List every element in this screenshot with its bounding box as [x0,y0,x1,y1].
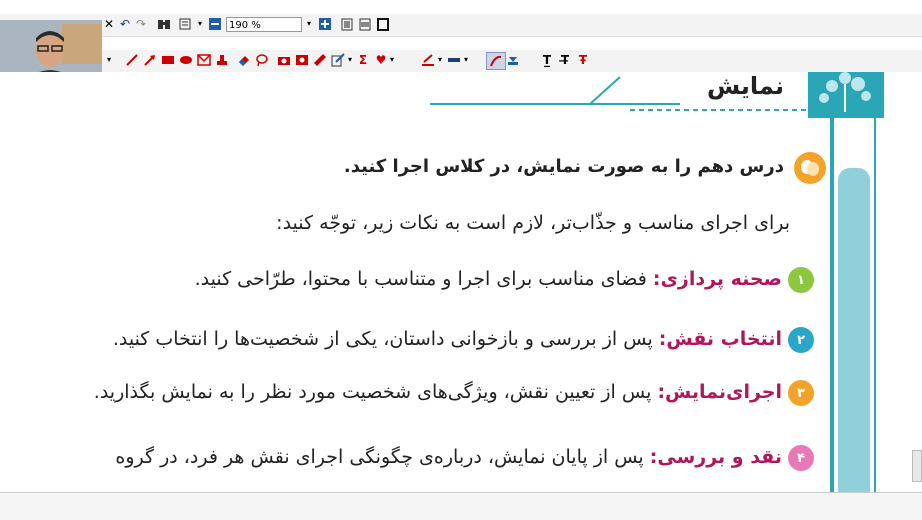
list-item: نقد و بررسی: پس از پایان نمایش، درباره‌ی… [115,446,782,468]
rectangle-icon[interactable] [160,52,176,68]
top-toolbar: ✕ ↶ ↷ ▾ 190 % ▾ [0,14,922,37]
annotation-toolbar: ▾ ▾ Σ ♥ ▾ ▾ ▾ T̲ T̶ Ŧ [0,50,922,73]
redo-icon[interactable]: ↷ [134,16,148,32]
item-1-term: صحنه پردازی: [652,268,782,290]
side-tab [838,168,870,492]
import-icon[interactable] [506,52,520,68]
text-icon[interactable]: T̲ [540,52,554,68]
fit-width-icon[interactable] [358,16,372,32]
side-bar-outer [874,102,876,492]
heart-icon[interactable]: ♥ [374,52,388,68]
undo-icon[interactable]: ↶ [118,16,132,32]
pen-icon[interactable] [124,52,140,68]
list-item: انتخاب نقش: پس از بررسی و بازخوانی داستا… [113,328,782,350]
item-4-badge: ۴ [788,445,814,471]
text-highlight-icon[interactable]: Ŧ [576,52,590,68]
edit-icon[interactable] [330,52,346,68]
page-view-dropdown-icon[interactable]: ▾ [196,16,204,32]
book-page: نمایش درس دهم را به صورت نمایش، در کلاس … [0,72,922,492]
heart-dropdown-icon[interactable]: ▾ [388,52,396,68]
full-screen-icon[interactable] [376,16,390,32]
edit-dropdown-icon[interactable]: ▾ [346,52,354,68]
item-2-term: انتخاب نقش: [658,328,782,350]
status-area [0,492,922,520]
line-width-dropdown-icon[interactable]: ▾ [462,52,470,68]
fit-page-icon[interactable] [340,16,354,32]
ruler-icon[interactable] [312,52,328,68]
line-width-icon[interactable] [446,52,462,68]
close-icon[interactable]: ✕ [104,16,114,32]
item-3-text: پس از تعیین نقش، ویژگی‌های شخصیت مورد نظ… [93,381,652,403]
envelope-icon[interactable] [196,52,212,68]
item-3-term: اجرای‌نمایش: [657,381,782,403]
zoom-in-icon[interactable] [318,16,332,32]
binoculars-icon[interactable] [156,16,172,32]
arrow-icon[interactable] [142,52,158,68]
image-icon[interactable] [294,52,310,68]
item-4-term: نقد و بررسی: [649,446,782,468]
list-item: صحنه پردازی: فضای مناسب برای اجرا و متنا… [195,268,782,290]
ellipse-icon[interactable] [178,52,194,68]
highlighter-icon[interactable] [486,52,506,70]
text-strike-icon[interactable]: T̶ [558,52,572,68]
item-4-text: پس از پایان نمایش، درباره‌ی چگونگی اجرای… [115,446,644,468]
intro-heading: درس دهم را به صورت نمایش، در کلاس اجرا ک… [343,156,784,177]
line-color-dropdown-icon[interactable]: ▾ [436,52,444,68]
side-bar-inner [830,102,834,492]
page-view-icon[interactable] [178,16,194,32]
dropdown-icon[interactable]: ▾ [104,52,114,68]
lasso-icon[interactable] [254,52,270,68]
eraser-icon[interactable] [236,52,252,68]
zoom-out-icon[interactable] [208,16,222,32]
item-3-badge: ۳ [788,380,814,406]
header-decoration [430,72,884,118]
line-color-icon[interactable] [420,52,436,68]
scroll-handle[interactable] [912,450,922,482]
item-2-text: پس از بررسی و بازخوانی داستان، یکی از شخ… [112,328,653,350]
item-1-text: فضای مناسب برای اجرا و متناسب با محتوا، … [194,268,647,290]
zoom-input[interactable]: 190 % [226,17,302,32]
item-1-badge: ۱ [788,267,814,293]
camera-icon[interactable] [276,52,292,68]
sigma-icon[interactable]: Σ [356,52,370,68]
zoom-dropdown-icon[interactable]: ▾ [304,16,314,32]
section-title: نمایش [706,72,784,100]
stamp-icon[interactable] [214,52,230,68]
theater-masks-icon [794,152,826,184]
list-item: اجرای‌نمایش: پس از تعیین نقش، ویژگی‌های … [94,381,782,403]
item-2-badge: ۲ [788,327,814,353]
intro-text: برای اجرای مناسب و جذّاب‌تر، لازم است به… [276,212,790,234]
